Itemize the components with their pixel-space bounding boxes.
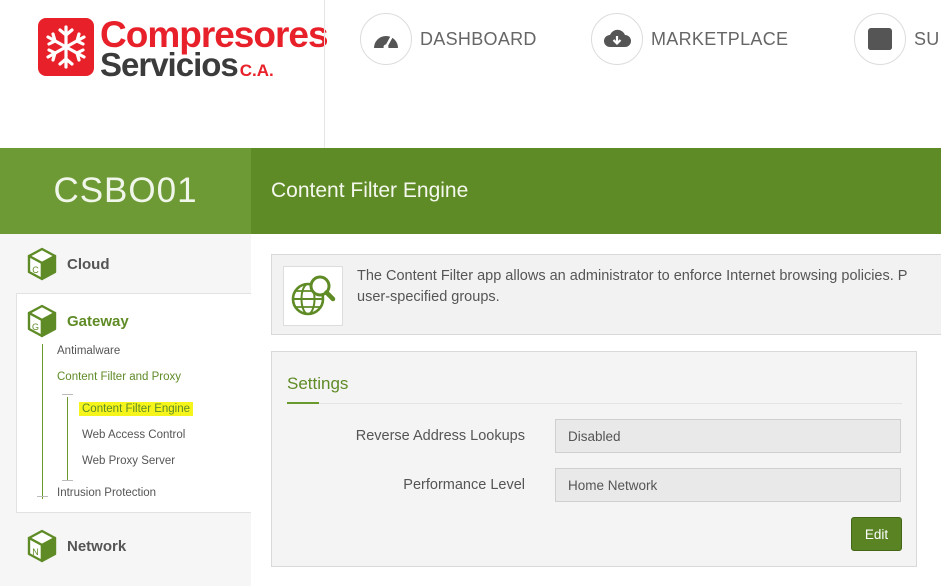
nav-dashboard[interactable]: DASHBOARD	[360, 13, 537, 65]
sidebar-item-content-filter-and-proxy[interactable]: Content Filter and Proxy	[57, 371, 181, 383]
logo-text-servicios-word: Servicios	[100, 46, 239, 83]
nav-dashboard-label: DASHBOARD	[420, 28, 537, 49]
gauge-icon	[360, 13, 412, 65]
tree-line	[67, 397, 68, 481]
sidebar-category-label[interactable]: Gateway	[67, 313, 129, 330]
sidebar-item-web-proxy-server[interactable]: Web Proxy Server	[82, 455, 175, 467]
reverse-lookups-label: Reverse Address Lookups	[355, 428, 525, 444]
tree-line	[62, 480, 73, 481]
tree-line	[37, 496, 48, 497]
sidebar-category-network[interactable]: N Network	[0, 516, 251, 576]
cube-letter: G	[32, 322, 39, 332]
sidebar-item-intrusion-protection[interactable]: Intrusion Protection	[57, 487, 156, 499]
hostname-box: CSBO01	[0, 148, 251, 234]
sidebar-category-cloud[interactable]: C Cloud	[0, 234, 251, 294]
cube-icon: G	[27, 304, 57, 338]
performance-level-field[interactable]: Home Network	[555, 468, 901, 502]
performance-level-label: Performance Level	[403, 477, 525, 493]
main-content: The Content Filter app allows an adminis…	[251, 234, 941, 586]
app-info-box: The Content Filter app allows an adminis…	[271, 254, 941, 335]
logo-text-servicios: Servicios C.A.	[100, 46, 274, 84]
nav-support-label: SUP	[914, 28, 941, 49]
nav-marketplace[interactable]: MARKETPLACE	[591, 13, 788, 65]
tree-line	[42, 344, 43, 499]
hostname: CSBO01	[53, 171, 198, 210]
sidebar-item-content-filter-engine[interactable]: Content Filter Engine	[79, 402, 194, 416]
reverse-lookups-field[interactable]: Disabled	[555, 419, 901, 453]
tree-line	[62, 394, 73, 395]
globe-search-icon	[283, 266, 343, 326]
cube-icon: C	[27, 247, 57, 281]
settings-title: Settings	[287, 374, 349, 393]
sidebar-item-antimalware[interactable]: Antimalware	[57, 345, 120, 357]
company-logo[interactable]: Compresores Servicios C.A.	[36, 14, 329, 84]
cloud-download-icon	[591, 13, 643, 65]
inbox-icon	[854, 13, 906, 65]
nav-marketplace-label: MARKETPLACE	[651, 28, 789, 49]
sidebar: C Cloud G Gateway Antimalware Content Fi…	[0, 234, 251, 586]
cube-icon: N	[27, 529, 57, 563]
top-header: Compresores Servicios C.A. DASHBOARD MARK…	[0, 0, 941, 148]
app-description-line: user-specified groups.	[357, 289, 500, 305]
sidebar-category-gateway: G Gateway Antimalware Content Filter and…	[16, 293, 251, 513]
nav-support[interactable]: SUP	[854, 13, 941, 65]
sidebar-category-label: Cloud	[67, 255, 110, 273]
edit-button[interactable]: Edit	[851, 517, 902, 551]
snowflake-icon	[38, 18, 94, 76]
page-title: Content Filter Engine	[271, 179, 469, 202]
sidebar-category-label: Network	[67, 537, 127, 555]
cube-letter: C	[32, 265, 39, 275]
logo-text-suffix: C.A.	[239, 61, 274, 80]
divider-accent	[287, 402, 319, 404]
settings-panel: Settings Reverse Address Lookups Disable…	[271, 351, 917, 567]
title-bar: CSBO01 Content Filter Engine	[0, 148, 941, 234]
header-divider	[324, 0, 325, 148]
cube-letter: N	[32, 547, 39, 557]
sidebar-item-web-access-control[interactable]: Web Access Control	[82, 429, 185, 441]
divider	[287, 403, 902, 404]
app-description-line: The Content Filter app allows an adminis…	[357, 268, 908, 284]
app-description: The Content Filter app allows an adminis…	[357, 266, 941, 308]
